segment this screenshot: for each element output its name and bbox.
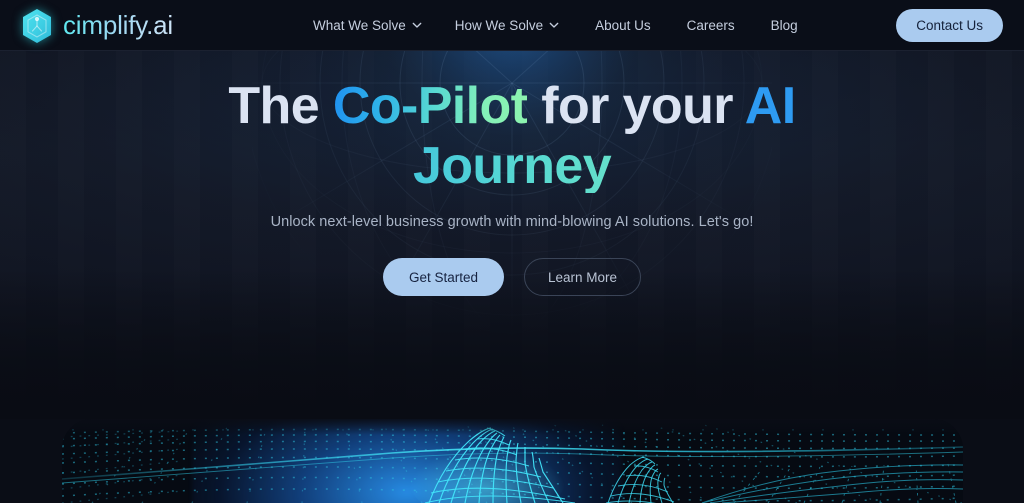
nav-item-how-we-solve[interactable]: How We Solve — [455, 18, 559, 33]
contact-us-button[interactable]: Contact Us — [896, 9, 1003, 42]
nav-item-careers[interactable]: Careers — [687, 18, 735, 33]
landing-page: cimplify.ai What We Solve How We Solve A… — [0, 0, 1024, 503]
main-navigation: What We Solve How We Solve About Us Care… — [313, 0, 798, 51]
wireframe-terrain-panel — [62, 419, 963, 503]
nav-label: How We Solve — [454, 18, 544, 33]
learn-more-button[interactable]: Learn More — [524, 258, 642, 297]
nav-label: About Us — [595, 18, 651, 33]
nav-item-what-we-solve[interactable]: What We Solve — [313, 18, 422, 33]
hero-section: The Co-Pilot for your AI Journey Unlock … — [0, 51, 1024, 419]
nav-label: Careers — [686, 18, 735, 33]
panel-gutter-right — [963, 419, 1024, 503]
brand-logo[interactable]: cimplify.ai — [20, 0, 173, 51]
nav-label: What We Solve — [313, 18, 406, 33]
hero-subheadline: Unlock next-level business growth with m… — [270, 214, 754, 231]
headline-part-ai: AI — [744, 77, 796, 135]
get-started-button[interactable]: Get Started — [382, 258, 504, 297]
headline-part-for-your: for your — [527, 77, 745, 135]
nav-label: Blog — [770, 18, 798, 33]
hexagon-logo-icon — [20, 7, 54, 45]
hero-cta-row: Get Started Learn More — [0, 258, 1024, 297]
nav-item-about-us[interactable]: About Us — [595, 18, 651, 33]
wireframe-terrain-mesh-graphic — [62, 424, 963, 503]
chevron-down-icon — [549, 20, 559, 30]
headline-part-copilot: Co-Pilot — [332, 77, 528, 135]
chevron-down-icon — [412, 20, 422, 30]
headline-part-the: The — [228, 77, 333, 135]
brand-name: cimplify.ai — [63, 10, 174, 40]
nav-item-blog[interactable]: Blog — [771, 18, 798, 33]
panel-gutter-left — [0, 419, 62, 503]
page-title: The Co-Pilot for your AI Journey — [0, 77, 1024, 193]
site-header: cimplify.ai What We Solve How We Solve A… — [0, 0, 1024, 51]
headline-part-journey: Journey — [0, 139, 1024, 193]
hero-content: The Co-Pilot for your AI Journey Unlock … — [0, 51, 1024, 297]
